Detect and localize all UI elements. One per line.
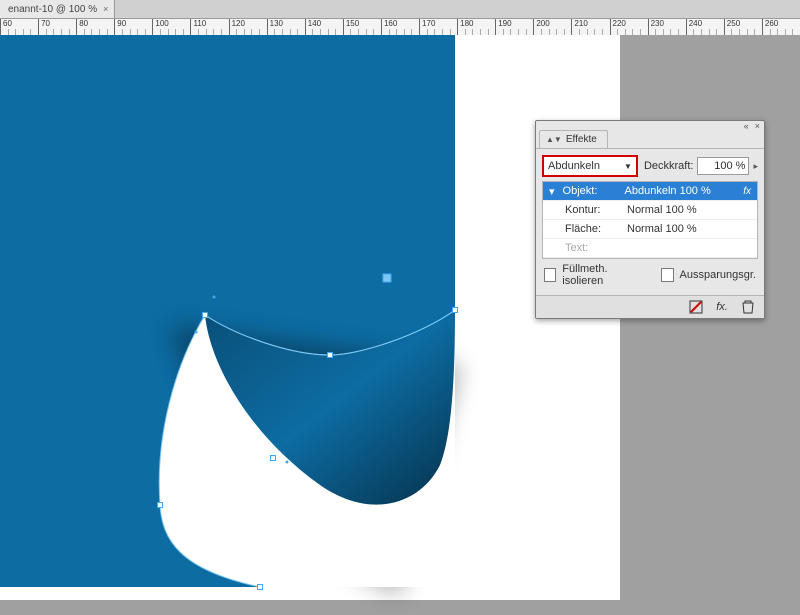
ruler-tick: 70 <box>38 19 50 35</box>
opacity-value: 100 % <box>714 160 745 172</box>
effect-target-label: Kontur: <box>565 204 619 216</box>
close-icon[interactable]: × <box>755 121 760 131</box>
close-icon[interactable]: × <box>103 4 108 14</box>
fx-badge-icon: fx <box>743 186 751 197</box>
effects-panel-footer: fx. <box>536 295 764 318</box>
effects-panel[interactable]: « × ▲▼ Effekte Abdunkeln ▼ Deckkraft: 10… <box>535 120 765 319</box>
collapse-icon[interactable]: « <box>744 121 749 131</box>
opacity-flyout-icon[interactable]: ▸ <box>753 161 758 172</box>
opacity-label: Deckkraft: <box>644 160 694 172</box>
effects-tab[interactable]: ▲▼ Effekte <box>539 130 608 148</box>
effect-target-value: Normal 100 % <box>627 204 751 216</box>
panel-tab-row: ▲▼ Effekte <box>536 130 764 149</box>
effects-tab-label: Effekte <box>566 134 597 145</box>
blend-mode-select[interactable]: Abdunkeln ▼ <box>542 155 638 177</box>
blend-mode-row: Abdunkeln ▼ Deckkraft: 100 % ▸ <box>542 155 758 177</box>
effect-target-label: Fläche: <box>565 223 619 235</box>
effect-target-row[interactable]: Kontur: Normal 100 % <box>543 201 757 220</box>
knockout-group-checkbox[interactable] <box>661 268 673 282</box>
document-tab-title: enannt-10 @ 100 % <box>8 4 97 15</box>
blue-page <box>0 35 455 587</box>
ruler-tick: 90 <box>114 19 126 35</box>
document-tab-bar: enannt-10 @ 100 % × <box>0 0 800 19</box>
effect-target-list: ▾ Objekt: Abdunkeln 100 % fx Kontur: Normal 1… <box>542 181 758 259</box>
artboard[interactable] <box>0 35 620 600</box>
isolate-blending-label: Füllmeth. isolieren <box>562 263 639 287</box>
chevron-down-icon: ▼ <box>624 162 632 171</box>
document-tab[interactable]: enannt-10 @ 100 % × <box>0 0 115 18</box>
effect-target-value: Normal 100 % <box>627 223 751 235</box>
opacity-input[interactable]: 100 % <box>697 157 749 175</box>
panel-window-controls: « × <box>536 121 764 130</box>
effect-target-label: Objekt: <box>563 185 617 197</box>
expand-collapse-icon[interactable]: ▲▼ <box>546 135 562 144</box>
delete-icon[interactable] <box>740 299 756 315</box>
effect-target-label: Text: <box>565 242 619 254</box>
effect-target-row[interactable]: ▾ Objekt: Abdunkeln 100 % fx <box>543 182 757 201</box>
fx-icon[interactable]: fx. <box>714 299 730 315</box>
ruler-tick: 80 <box>76 19 88 35</box>
workarea: « × ▲▼ Effekte Abdunkeln ▼ Deckkraft: 10… <box>0 35 800 600</box>
clear-override-icon[interactable] <box>688 299 704 315</box>
blend-mode-value: Abdunkeln <box>548 160 600 172</box>
horizontal-ruler[interactable]: 6070809010011012013014015016017018019020… <box>0 19 800 36</box>
knockout-group-label: Aussparungsgr. <box>680 269 756 281</box>
isolate-blending-checkbox[interactable] <box>544 268 556 282</box>
isolate-row: Füllmeth. isolieren Aussparungsgr. <box>542 259 758 291</box>
effect-target-row: Text: <box>543 239 757 258</box>
ruler-tick: 60 <box>0 19 12 35</box>
effect-target-value: Abdunkeln 100 % <box>625 185 736 197</box>
effect-target-row[interactable]: Fläche: Normal 100 % <box>543 220 757 239</box>
chevron-down-icon: ▾ <box>549 185 555 198</box>
